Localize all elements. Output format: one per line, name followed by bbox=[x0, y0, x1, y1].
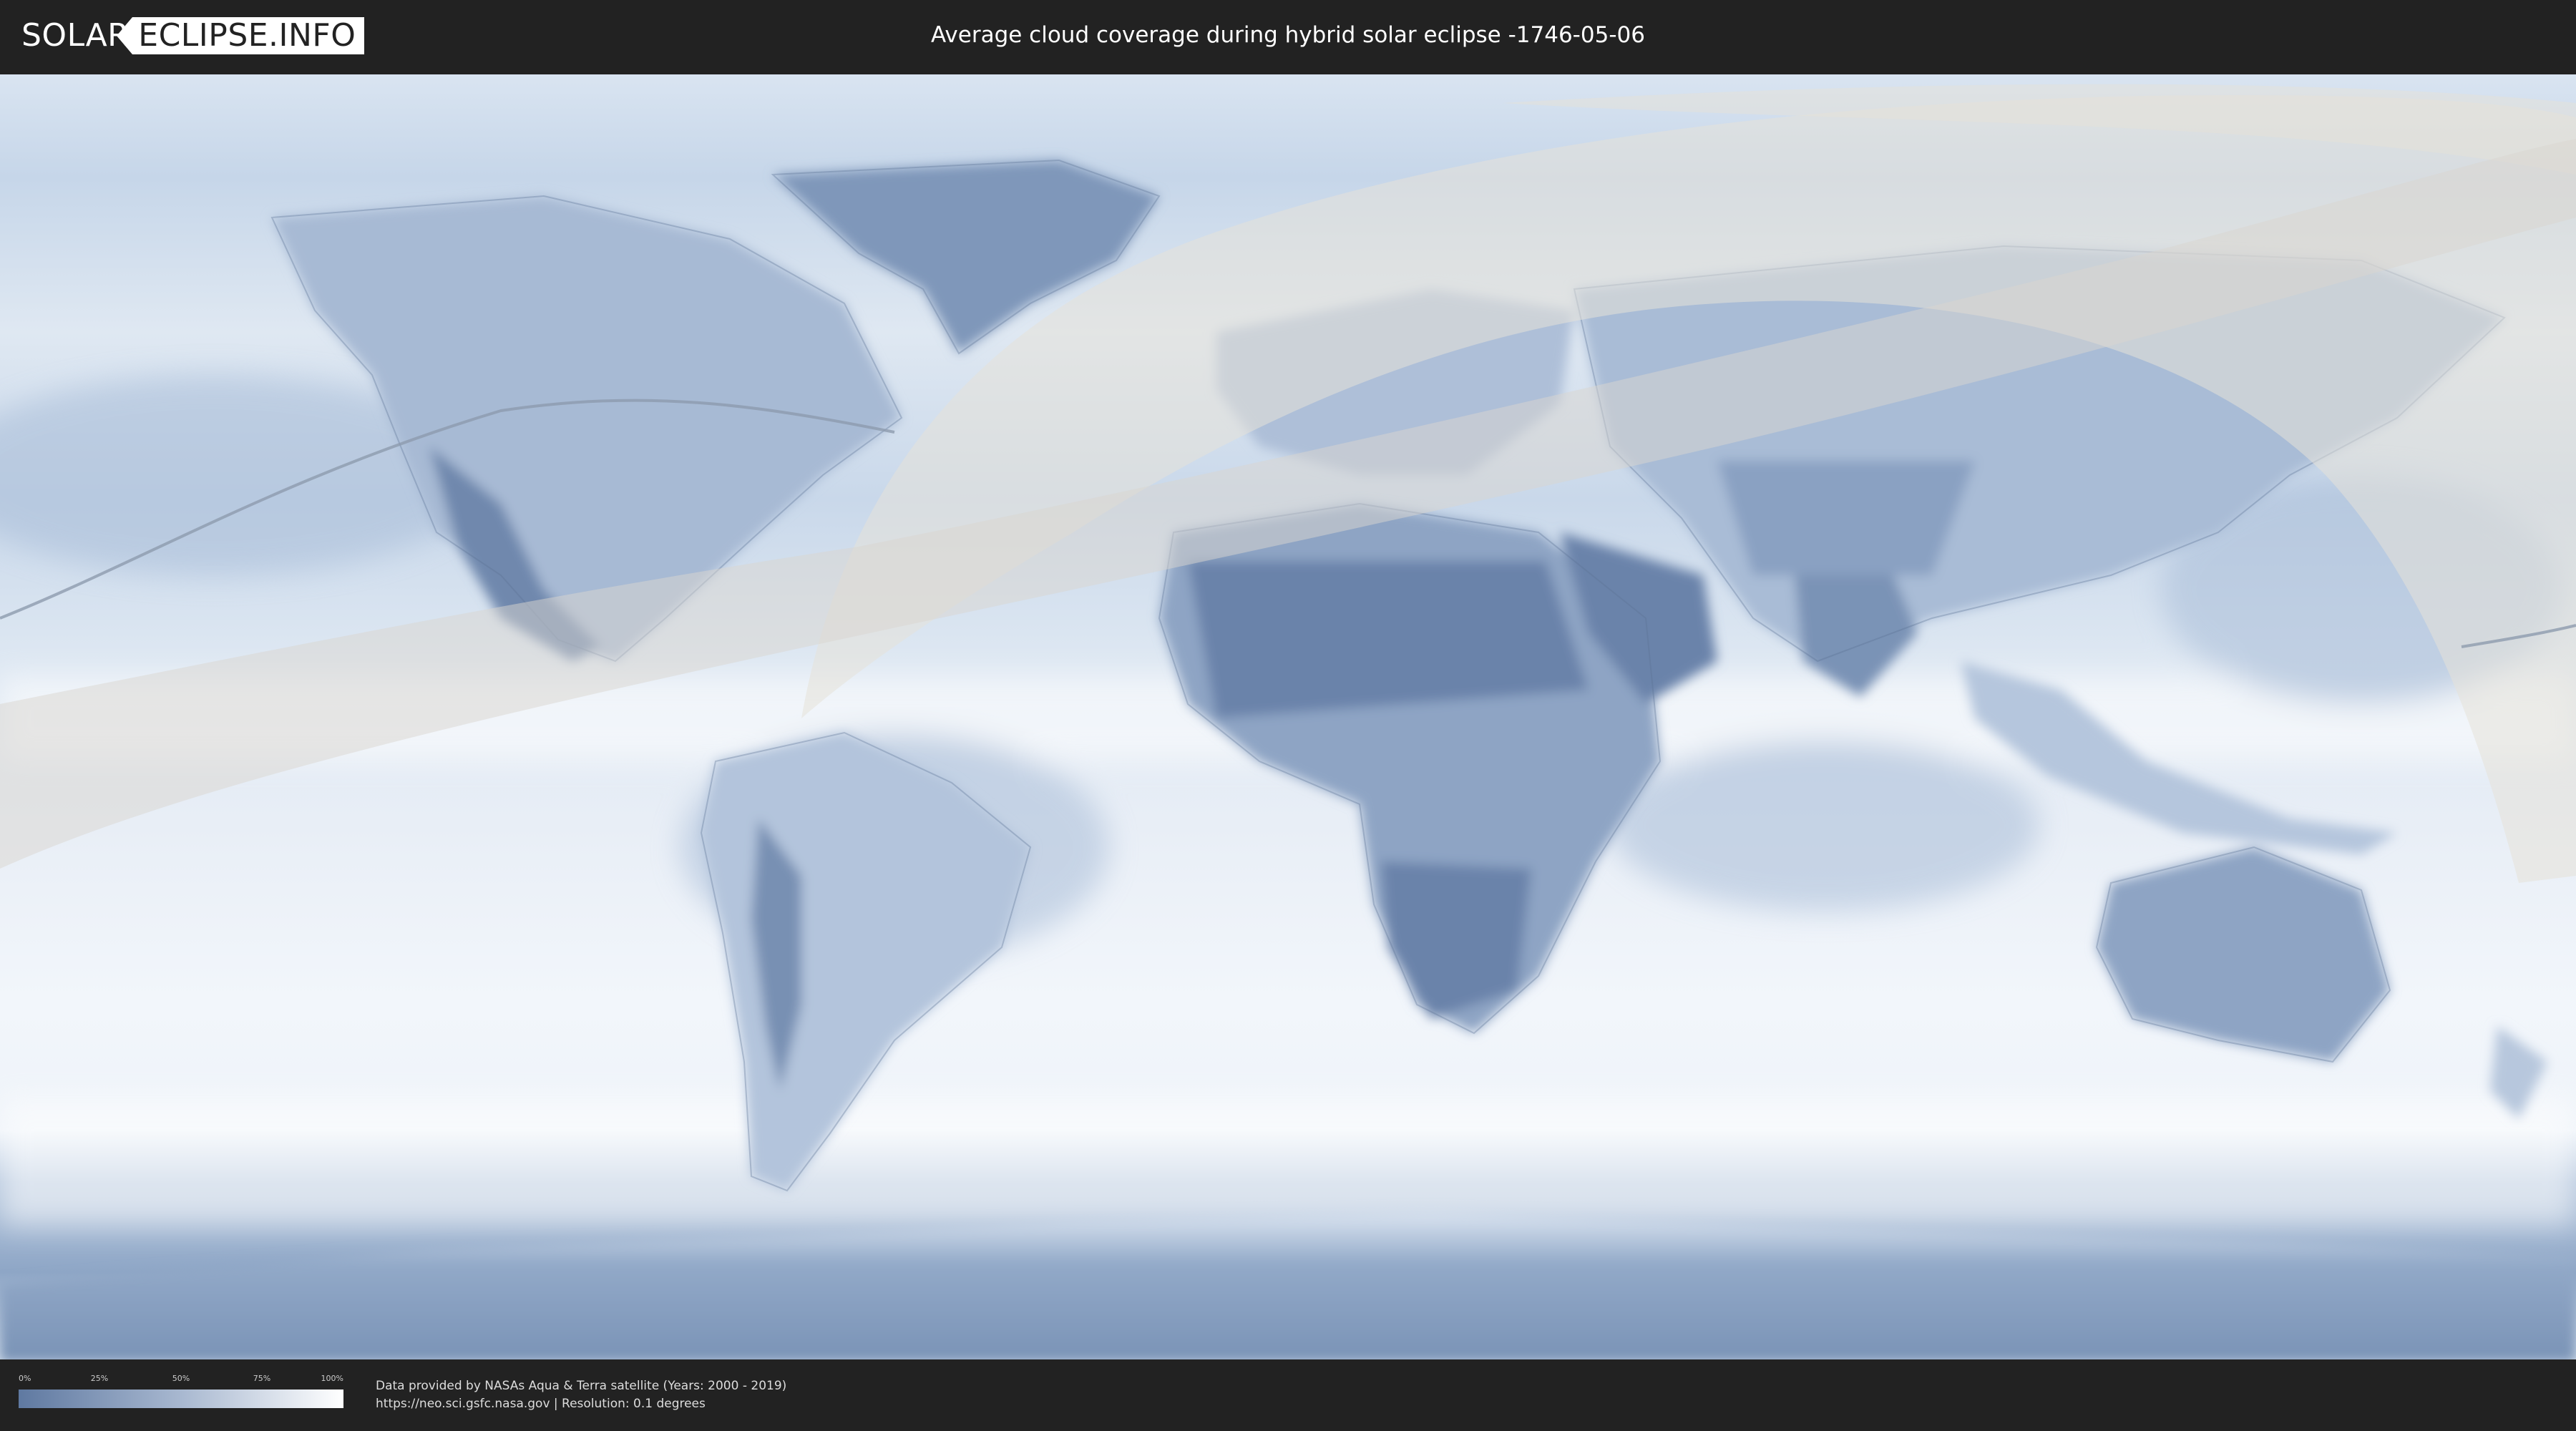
page-title: Average cloud coverage during hybrid sol… bbox=[931, 22, 1645, 48]
legend-ticks: 0% 25% 50% 75% 100% bbox=[19, 1374, 343, 1387]
legend-tick-50: 50% bbox=[172, 1374, 190, 1383]
legend-tick-75: 75% bbox=[253, 1374, 271, 1383]
world-map-svg bbox=[0, 74, 2576, 1362]
cloud-coverage-map[interactable] bbox=[0, 74, 2576, 1362]
legend-gradient-bar bbox=[19, 1390, 343, 1408]
cloud-coverage-legend: 0% 25% 50% 75% 100% bbox=[19, 1374, 343, 1414]
legend-tick-100: 100% bbox=[321, 1374, 343, 1383]
header-bar: SOLAR ECLIPSE.INFO Average cloud coverag… bbox=[0, 0, 2576, 72]
legend-tick-25: 25% bbox=[90, 1374, 109, 1383]
credits-line-source: Data provided by NASAs Aqua & Terra sate… bbox=[376, 1379, 787, 1393]
data-credits: Data provided by NASAs Aqua & Terra sate… bbox=[376, 1377, 786, 1413]
credits-line-url[interactable]: https://neo.sci.gsfc.nasa.gov | Resoluti… bbox=[376, 1395, 786, 1413]
legend-tick-0: 0% bbox=[19, 1374, 31, 1383]
